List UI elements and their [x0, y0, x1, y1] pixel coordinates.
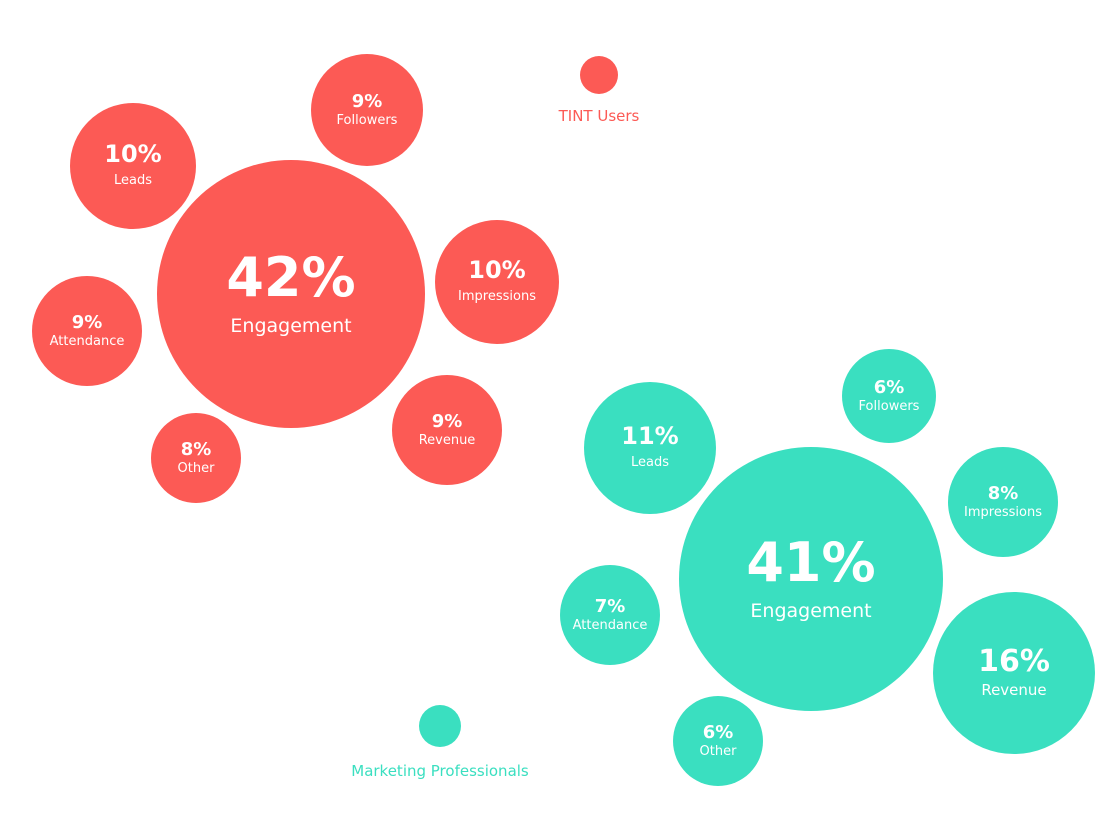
bubble-value-label: 9%	[432, 411, 463, 432]
bubble-category-label: Followers	[859, 399, 920, 414]
bubble-category-label: Revenue	[419, 433, 476, 448]
bubble-value-label: 42%	[226, 246, 355, 309]
bubble-value-label: 10%	[468, 256, 525, 284]
bubble-value-label: 7%	[595, 596, 626, 617]
bubble-tint-users-leads: 10% Leads	[70, 103, 196, 229]
bubble-value-label: 8%	[181, 439, 212, 460]
bubble-marketing-professionals-revenue: 16% Revenue	[933, 592, 1095, 754]
bubbles-layer: 42%Engagement10%Leads9%Followers10%Impre…	[32, 54, 1095, 786]
bubble-category-label: Attendance	[50, 334, 125, 349]
bubble-value-label: 9%	[352, 91, 383, 112]
bubble-value-label: 6%	[874, 377, 905, 398]
bubble-category-label: Other	[178, 461, 216, 476]
legend-item-marketing-professionals: Marketing Professionals	[351, 705, 529, 780]
legend-label-tint-users: TINT Users	[558, 107, 640, 125]
bubble-category-label: Engagement	[750, 600, 871, 622]
legend-swatch-tint-users	[580, 56, 618, 94]
bubble-tint-users-other: 8%Other	[151, 413, 241, 503]
bubble-category-label: Impressions	[458, 289, 536, 304]
bubble-category-label: Revenue	[981, 681, 1046, 699]
bubble-category-label: Leads	[631, 455, 669, 470]
bubble-value-label: 41%	[746, 531, 875, 594]
bubble-category-label: Attendance	[573, 618, 648, 633]
bubble-marketing-professionals-impressions: 8%Impressions	[948, 447, 1058, 557]
bubble-value-label: 9%	[72, 312, 103, 333]
bubble-marketing-professionals-followers: 6%Followers	[842, 349, 936, 443]
bubble-chart: TINT Users Marketing Professionals 42% En…	[32, 54, 1095, 786]
bubble-tint-users-revenue: 9%Revenue	[392, 375, 502, 485]
legend-item-tint-users: TINT Users	[558, 56, 640, 125]
bubble-category-label: Impressions	[964, 505, 1042, 520]
legend-label-marketing-professionals: Marketing Professionals	[351, 762, 529, 780]
legend-swatch-marketing-professionals	[419, 705, 461, 747]
bubble-value-label: 10%	[104, 140, 161, 168]
bubble-category-label: Engagement	[230, 315, 351, 337]
bubble-marketing-professionals-attendance: 7%Attendance	[560, 565, 660, 665]
bubble-tint-users-engagement: 42% Engagement	[157, 160, 425, 428]
bubble-value-label: 11%	[621, 422, 678, 450]
bubble-category-label: Leads	[114, 173, 152, 188]
bubble-value-label: 6%	[703, 722, 734, 743]
bubble-tint-users-followers: 9%Followers	[311, 54, 423, 166]
bubble-category-label: Other	[700, 744, 738, 759]
bubble-value-label: 8%	[988, 483, 1019, 504]
bubble-tint-users-attendance: 9%Attendance	[32, 276, 142, 386]
bubble-marketing-professionals-engagement: 41% Engagement	[679, 447, 943, 711]
bubble-marketing-professionals-other: 6%Other	[673, 696, 763, 786]
bubble-category-label: Followers	[337, 113, 398, 128]
bubble-tint-users-impressions: 10% Impressions	[435, 220, 559, 344]
bubble-marketing-professionals-leads: 11% Leads	[584, 382, 716, 514]
bubble-value-label: 16%	[978, 644, 1050, 679]
